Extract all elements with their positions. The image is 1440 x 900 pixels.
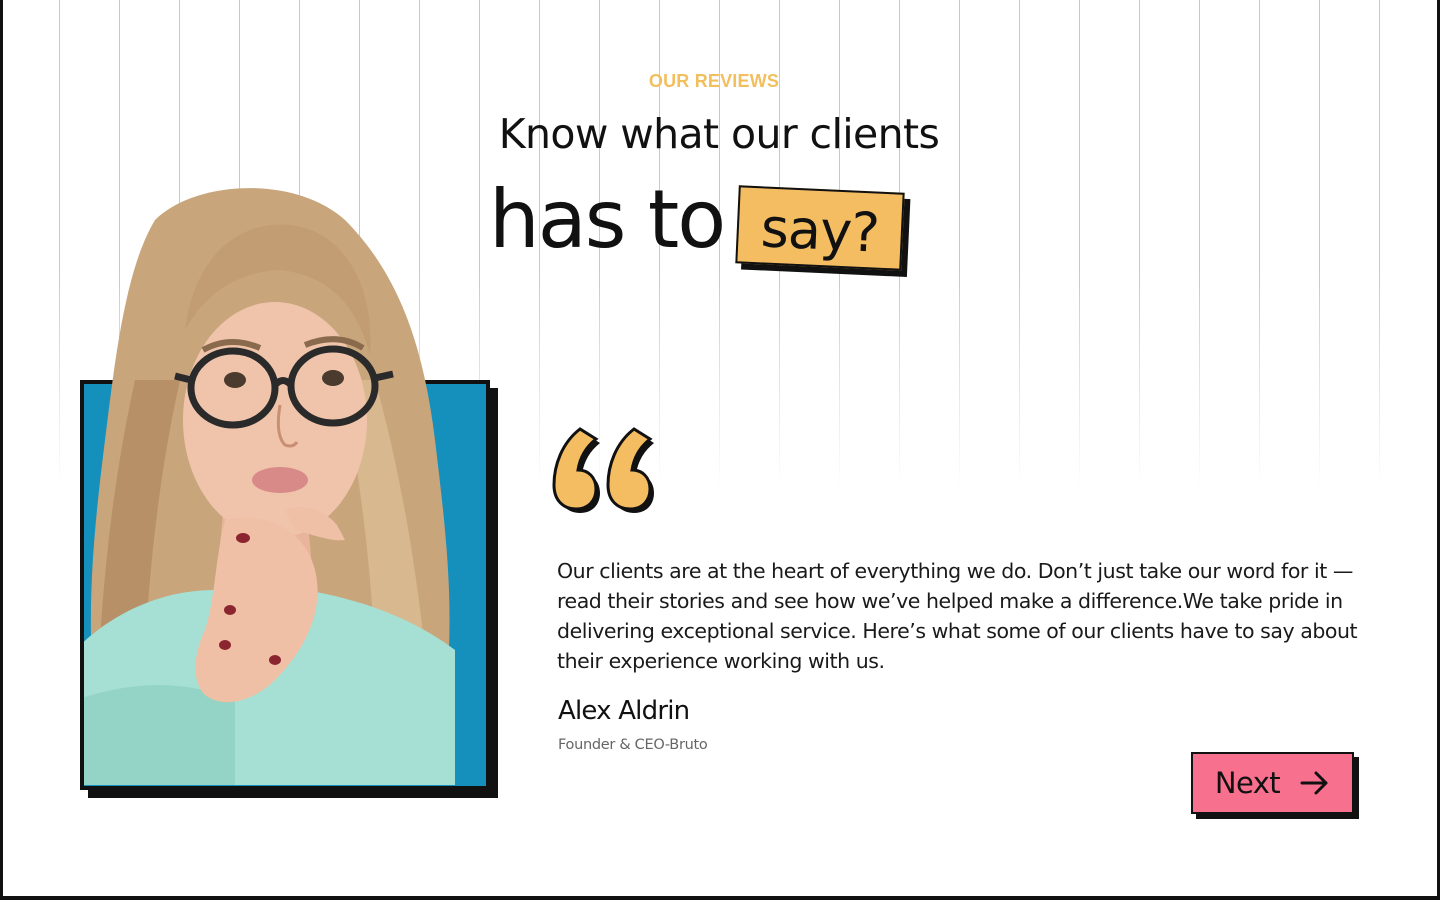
next-button[interactable]: Next [1191, 752, 1354, 814]
client-portrait [75, 188, 455, 785]
quote-mark-icon [552, 427, 654, 513]
highlight-badge: say? [735, 185, 905, 271]
section-heading-line2-wrap: has to [489, 170, 726, 270]
next-button-label: Next [1214, 766, 1281, 800]
section-heading-line2: has to [489, 173, 726, 266]
testimonial-text: Our clients are at the heart of everythi… [557, 559, 1358, 673]
arrow-right-icon [1300, 771, 1328, 795]
highlight-badge-label: say? [759, 195, 881, 265]
section-eyebrow: OUR REVIEWS [648, 71, 780, 91]
author-role: Founder & CEO-Bruto [558, 737, 708, 753]
author-name: Alex Aldrin [558, 696, 690, 726]
section-heading-line1: Know what our clients [498, 110, 940, 158]
